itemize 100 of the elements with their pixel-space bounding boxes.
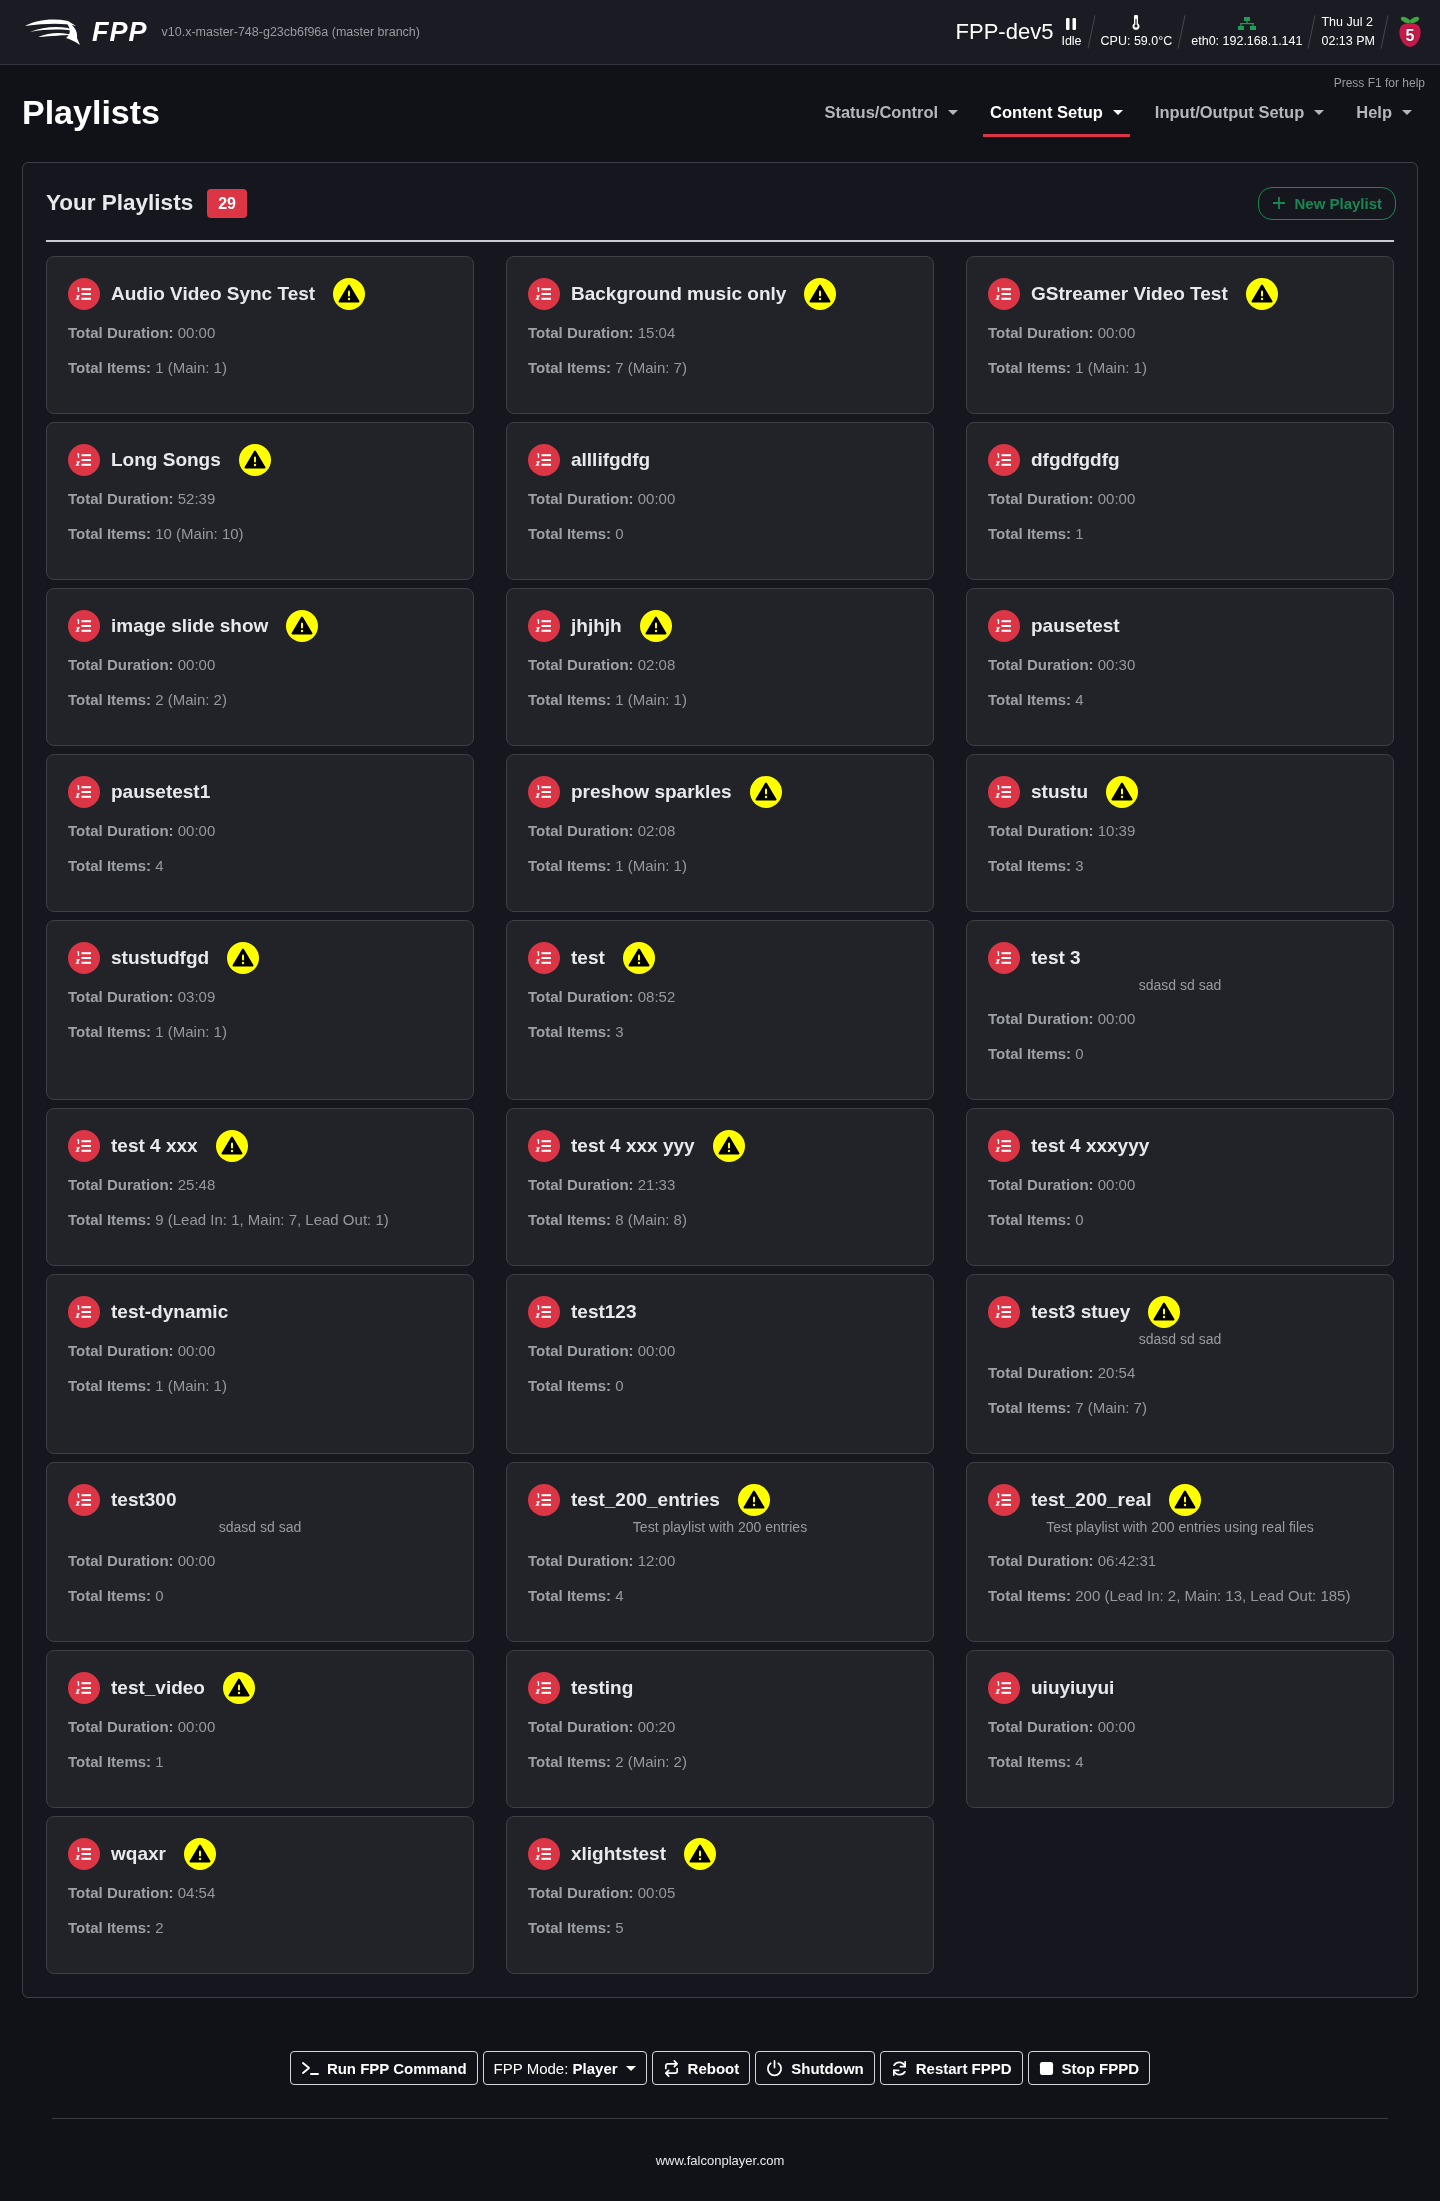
playlist-description: Test playlist with 200 entries [631,1518,809,1537]
playlist-card[interactable]: stustudfgd Total Duration: 03:09 Total Items: 1 (Main: 1) [46,920,474,1100]
stop-icon [1038,2060,1054,2076]
numbered-list-icon [68,1838,100,1870]
numbered-list-icon [988,444,1020,476]
bird-logo-icon [24,17,80,47]
duration-text: Total Duration: 12:00 [528,1551,677,1571]
numbered-list-icon [988,1130,1020,1162]
items-text: Total Items: 10 (Main: 10) [68,524,245,544]
playlist-card[interactable]: test300 sdasd sd sad Total Duration: 00:00 Total Items: 0 [46,1462,474,1642]
duration-text: Total Duration: 15:04 [528,323,677,343]
duration-text: Total Duration: 00:00 [68,1341,217,1361]
nav-menu-tab[interactable]: Help [1349,100,1419,137]
duration-text: Total Duration: 06:42:31 [988,1551,1158,1571]
numbered-list-icon [528,278,560,310]
items-text: Total Items: 9 (Lead In: 1, Main: 7, Lead Out: 1) [68,1210,390,1230]
playlist-card[interactable]: test 3 sdasd sd sad Total Duration: 00:00 Total Items: 0 [966,920,1394,1100]
items-text: Total Items: 1 [988,524,1085,544]
action-button[interactable]: Restart FPPD [879,2051,1023,2085]
numbered-list-icon [988,776,1020,808]
playlist-card[interactable]: image slide show Total Duration: 00:00 Total Items: 2 (Main: 2) [46,588,474,746]
items-text: Total Items: 1 (Main: 1) [68,1022,228,1042]
playlist-name: test300 [111,1489,177,1511]
numbered-list-icon [988,610,1020,642]
duration-text: Total Duration: 00:00 [988,1175,1137,1195]
playlist-card[interactable]: Long Songs Total Duration: 52:39 Total Items: 10 (Main: 10) [46,422,474,580]
playlist-name: alllifgdfg [571,449,651,471]
action-button[interactable]: Shutdown [755,2051,875,2085]
numbered-list-icon [68,1484,100,1516]
refresh-icon [890,2059,908,2077]
thermometer-icon [1131,15,1142,30]
playlist-card[interactable]: test-dynamic Total Duration: 00:00 Total Items: 1 (Main: 1) [46,1274,474,1454]
items-text: Total Items: 3 [528,1022,625,1042]
playlist-card[interactable]: test_200_entries Test playlist with 200 entries Total Duration: 12:00 Total Items: 4 [506,1462,934,1642]
logo-text[interactable]: FPP [92,16,148,48]
playlist-card[interactable]: test 4 xxxyyy Total Duration: 00:00 Total Items: 0 [966,1108,1394,1266]
playlist-description: Test playlist with 200 entries using real files [1045,1518,1315,1537]
numbered-list-icon [528,610,560,642]
duration-text: Total Duration: 00:00 [68,655,217,675]
action-button[interactable]: Stop FPPD [1027,2051,1151,2085]
mode-dropdown[interactable]: FPP Mode: Player [482,2051,647,2085]
time-text: 02:13 PM [1321,34,1375,49]
playlist-card[interactable]: test123 Total Duration: 00:00 Total Items: 0 [506,1274,934,1454]
nav-menu-tab[interactable]: Input/Output Setup [1147,100,1332,137]
playlist-card[interactable]: uiuyiuyui Total Duration: 00:00 Total Items: 4 [966,1650,1394,1808]
playlist-card[interactable]: xlightstest Total Duration: 00:05 Total Items: 5 [506,1816,934,1974]
playlist-card[interactable]: alllifgdfg Total Duration: 00:00 Total Items: 0 [506,422,934,580]
playlist-name: test 4 xxxyyy [1031,1135,1150,1157]
count-badge: 29 [207,188,247,218]
playlist-card[interactable]: preshow sparkles Total Duration: 02:08 Total Items: 1 (Main: 1) [506,754,934,912]
numbered-list-icon [528,1672,560,1704]
duration-text: Total Duration: 02:08 [528,655,677,675]
action-button[interactable]: Run FPP Command [289,2051,478,2085]
duration-text: Total Duration: 20:54 [988,1363,1137,1383]
numbered-list-icon [68,1296,100,1328]
duration-text: Total Duration: 03:09 [68,987,217,1007]
new-playlist-button[interactable]: New Playlist [1258,186,1396,220]
items-text: Total Items: 7 (Main: 7) [988,1398,1148,1418]
playlist-card[interactable]: pausetest Total Duration: 00:30 Total Items: 4 [966,588,1394,746]
duration-text: Total Duration: 00:00 [988,489,1137,509]
playlist-card[interactable]: test_video Total Duration: 00:00 Total Items: 1 [46,1650,474,1808]
playlist-card[interactable]: test_200_real Test playlist with 200 entries using real files Total Duration: 06:42:31 Total Items: 200 (Lead In: 2, Main: 13, Lead Out: 185) [966,1462,1394,1642]
items-text: Total Items: 1 (Main: 1) [528,856,688,876]
playlist-card[interactable]: test 4 xxx yyy Total Duration: 21:33 Total Items: 8 (Main: 8) [506,1108,934,1266]
website-link[interactable]: www.falconplayer.com [655,2153,785,2168]
playlist-card[interactable]: Audio Video Sync Test Total Duration: 00:00 Total Items: 1 (Main: 1) [46,256,474,414]
items-text: Total Items: 4 [528,1586,625,1606]
playlist-card[interactable]: test 4 xxx Total Duration: 25:48 Total Items: 9 (Lead In: 1, Main: 7, Lead Out: 1) [46,1108,474,1266]
playlist-card[interactable]: test3 stuey sdasd sd sad Total Duration: 20:54 Total Items: 7 (Main: 7) [966,1274,1394,1454]
playlist-description: sdasd sd sad [217,1518,303,1537]
terminal-icon [300,2060,319,2076]
playlist-name: Long Songs [111,449,221,471]
playlist-card[interactable]: test Total Duration: 08:52 Total Items: 3 [506,920,934,1100]
playlist-name: xlightstest [571,1843,667,1865]
items-text: Total Items: 2 (Main: 2) [528,1752,688,1772]
items-text: Total Items: 7 (Main: 7) [528,358,688,378]
duration-text: Total Duration: 00:00 [988,1009,1137,1029]
playlist-card[interactable]: pausetest1 Total Duration: 00:00 Total Items: 4 [46,754,474,912]
caret-icon [1314,109,1325,115]
playlist-name: testing [571,1677,634,1699]
nav-menu-tab[interactable]: Status/Control [817,100,966,137]
duration-text: Total Duration: 00:20 [528,1717,677,1737]
playlist-card[interactable]: Background music only Total Duration: 15:04 Total Items: 7 (Main: 7) [506,256,934,414]
playlist-name: wqaxr [111,1843,166,1865]
numbered-list-icon [988,1484,1020,1516]
duration-text: Total Duration: 00:30 [988,655,1137,675]
playlist-name: GStreamer Video Test [1031,283,1228,305]
items-text: Total Items: 5 [528,1918,625,1938]
numbered-list-icon [528,942,560,974]
items-text: Total Items: 1 (Main: 1) [68,1376,228,1396]
nav-menu-tab[interactable]: Content Setup [983,100,1130,137]
playlist-card[interactable]: GStreamer Video Test Total Duration: 00:00 Total Items: 1 (Main: 1) [966,256,1394,414]
playlist-card[interactable]: wqaxr Total Duration: 04:54 Total Items: 2 [46,1816,474,1974]
playlist-card[interactable]: testing Total Duration: 00:20 Total Items: 2 (Main: 2) [506,1650,934,1808]
numbered-list-icon [68,610,100,642]
playlist-card[interactable]: jhjhjh Total Duration: 02:08 Total Items: 1 (Main: 1) [506,588,934,746]
playlist-card[interactable]: stustu Total Duration: 10:39 Total Items: 3 [966,754,1394,912]
numbered-list-icon [68,278,100,310]
playlist-card[interactable]: dfgdfgdfg Total Duration: 00:00 Total Items: 1 [966,422,1394,580]
action-button[interactable]: Reboot [651,2051,751,2085]
